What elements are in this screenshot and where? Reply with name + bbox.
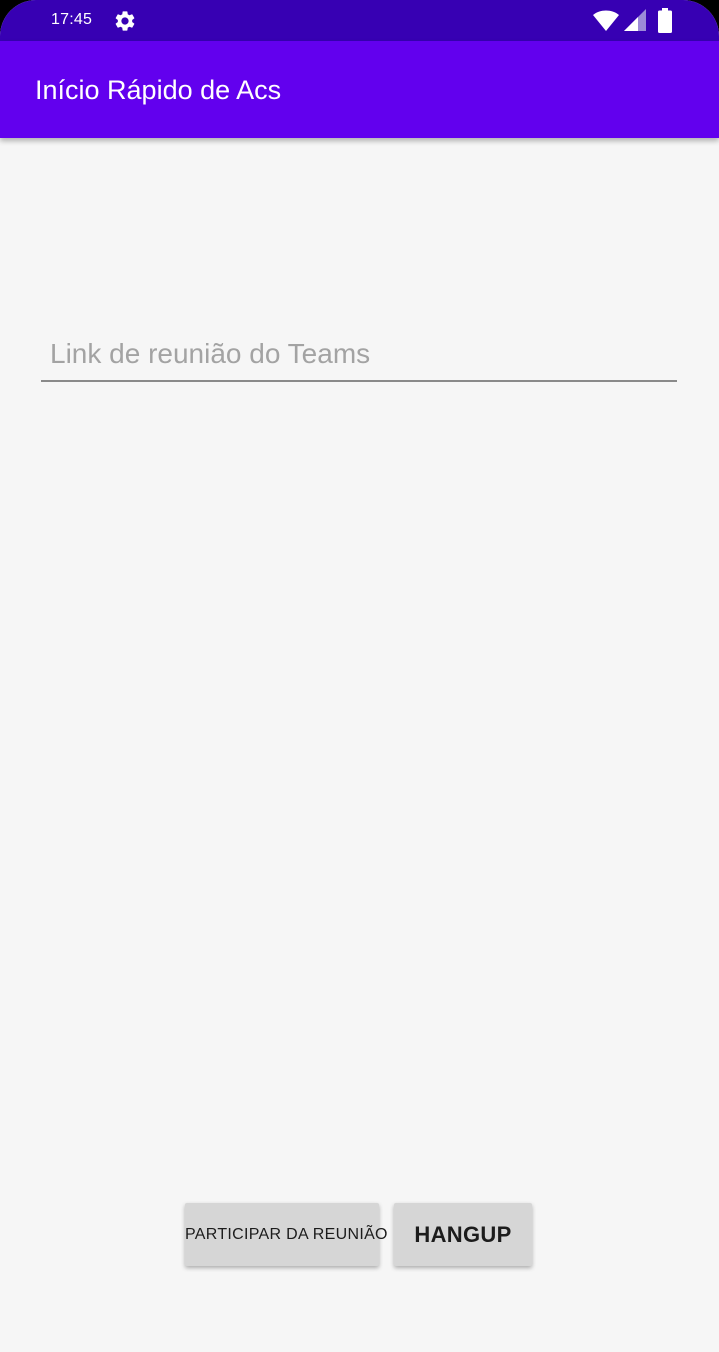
meeting-link-field [41,330,677,382]
wifi-icon [593,10,619,31]
meeting-link-input[interactable] [41,330,677,378]
battery-icon [658,8,672,33]
hangup-button[interactable]: HANGUP [394,1203,532,1266]
app-title: Início Rápido de Acs [35,75,282,105]
signal-icon [624,9,646,31]
app-screen: 17:45 Início Rápido de Acs PARTICIPAR DA… [0,0,719,1352]
status-bar: 17:45 [0,0,719,41]
join-meeting-button[interactable]: PARTICIPAR DA REUNIÃO [185,1203,387,1266]
app-bar: Início Rápido de Acs [0,41,719,138]
gear-icon [115,11,135,31]
status-time: 17:45 [51,11,93,28]
